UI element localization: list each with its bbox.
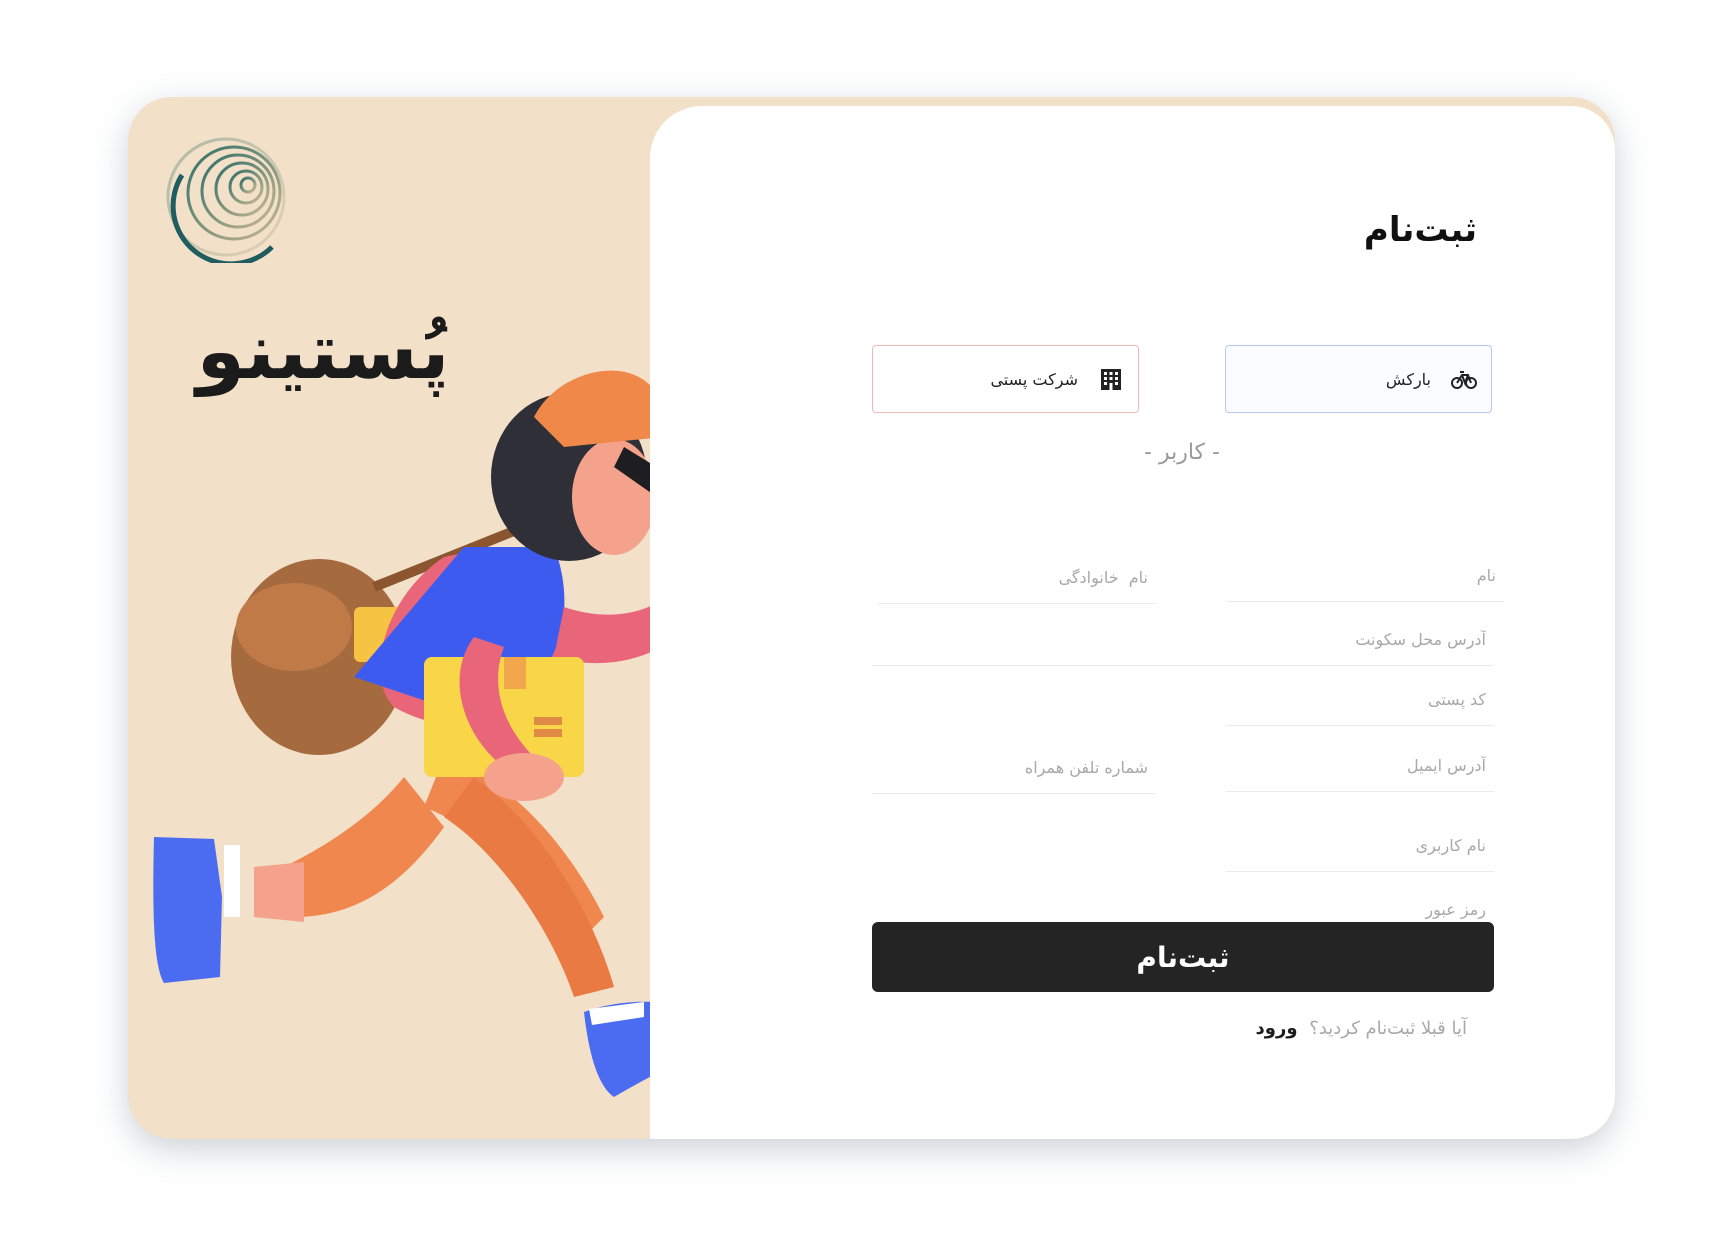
globe-logo-icon (166, 137, 286, 263)
postal-code-input[interactable] (1226, 680, 1494, 726)
email-input[interactable] (1226, 746, 1494, 792)
building-icon (1098, 366, 1124, 392)
form-title: ثبت‌نام (1363, 210, 1477, 250)
login-prompt-text: آیا قبلا ثبت‌نام کردید؟ (1309, 1018, 1467, 1039)
signup-card: پُستینو (128, 97, 1615, 1139)
first-name-input[interactable] (1226, 556, 1504, 602)
role-postal-company-label: شرکت پستی (990, 369, 1078, 389)
last-name-input[interactable] (878, 558, 1156, 604)
role-courier-label: بارکش (1385, 369, 1431, 389)
address-input[interactable] (872, 620, 1494, 666)
signup-panel: ثبت‌نام بارکش (650, 106, 1615, 1139)
login-link[interactable]: ورود (1256, 1018, 1298, 1039)
username-input[interactable] (1226, 826, 1494, 872)
role-postal-company-button[interactable]: شرکت پستی (872, 345, 1139, 413)
login-prompt-row: آیا قبلا ثبت‌نام کردید؟ ورود (1256, 1018, 1467, 1039)
bicycle-icon (1451, 366, 1477, 392)
phone-input[interactable] (872, 748, 1156, 794)
role-courier-button[interactable]: بارکش (1225, 345, 1492, 413)
signup-submit-button[interactable]: ثبت‌نام (872, 922, 1494, 992)
section-label-user: - کاربر - (1144, 440, 1220, 465)
